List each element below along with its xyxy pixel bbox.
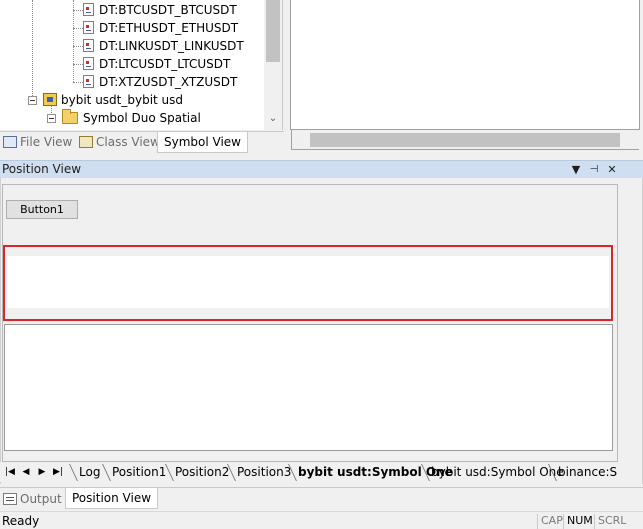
tree-item-leaf[interactable]: DT:LINKUSDT_LINKUSDT [83,37,244,55]
horizontal-scrollbar[interactable] [291,130,639,150]
tab-label: Symbol View [164,135,241,149]
sheet-tab-log[interactable]: Log [79,464,100,481]
tree-connector [73,0,74,82]
next-sheet-icon[interactable]: ▶ [36,465,48,479]
tab-output[interactable]: Output [0,489,62,510]
button1[interactable]: Button1 [6,200,78,219]
scroll-down-arrow-icon[interactable]: ⌄ [268,114,278,124]
symbol-tree-view[interactable]: DT:BTCUSDT_BTCUSDT DT:ETHUSDT_ETHUSDT DT… [0,0,283,130]
tab-file-view[interactable]: File View [0,132,72,153]
collapse-toggle-icon[interactable] [28,96,37,105]
sheet-tab-position3[interactable]: Position3 [237,464,291,481]
num-lock-indicator: NUM [563,514,593,529]
tree-item-label: DT:XTZUSDT_XTZUSDT [99,75,238,89]
bottom-tab-strip: Output Position View [0,487,643,509]
tab-position-view[interactable]: Position View [65,488,159,509]
scrollbar-thumb[interactable] [310,133,620,147]
tree-item-leaf[interactable]: DT:ETHUSDT_ETHUSDT [83,19,238,37]
tree-connector [73,10,83,11]
tree-item-project[interactable]: bybit usdt_bybit usd [43,91,183,109]
sheet-tab-strip: |◀ ◀ ▶ ▶| Log Position1 Position2 Positi… [0,462,617,482]
project-icon [43,93,57,106]
sheet-tab-position1[interactable]: Position1 [112,464,166,481]
tree-item-leaf[interactable]: DT:LTCUSDT_LTCUSDT [83,55,230,73]
tree-vertical-scrollbar[interactable]: ⌄ [264,0,282,130]
tab-class-view[interactable]: Class View [76,132,160,153]
tree-item-label: DT:LTCUSDT_LTCUSDT [99,57,231,71]
caps-lock-indicator: CAP [537,514,563,529]
status-text: Ready [2,514,40,528]
sheet-tab-position2[interactable]: Position2 [175,464,229,481]
file-view-icon [3,136,17,148]
tree-item-label: DT:LINKUSDT_LINKUSDT [99,39,244,53]
tree-item-label: DT:ETHUSDT_ETHUSDT [99,21,239,35]
class-view-icon [79,136,93,148]
sheet-tab-bybit-usd-symbol-one[interactable]: bybit usd:Symbol One [431,464,564,481]
symbol-file-icon [83,75,94,88]
tree-item-folder[interactable]: Symbol Duo Spatial [62,109,201,127]
symbol-file-icon [83,39,94,52]
tree-connector [73,46,83,47]
highlighted-input-area[interactable] [7,256,609,308]
tree-connector [32,0,33,100]
first-sheet-icon[interactable]: |◀ [4,465,16,479]
tab-label: Position View [72,491,152,505]
pane-menu-dropdown-icon[interactable]: ▼ [569,162,583,177]
tab-label: Output [20,492,62,506]
position-view-header: Position View ▼ ⊣ ✕ [0,160,643,178]
scroll-lock-indicator: SCRL [594,514,626,529]
tree-item-leaf[interactable]: DT:BTCUSDT_BTCUSDT [83,1,237,19]
collapse-toggle-icon[interactable] [47,114,56,123]
application-window: DT:BTCUSDT_BTCUSDT DT:ETHUSDT_ETHUSDT DT… [0,0,643,529]
output-icon [3,493,17,505]
symbol-file-icon [83,3,94,16]
symbol-file-icon [83,21,94,34]
tree-item-label: Symbol Duo Spatial [83,111,201,125]
right-upper-content [290,0,640,130]
folder-icon [62,109,78,124]
sheet-tab-binance[interactable]: binance:Sy [558,464,617,481]
tab-label: Class View [96,135,160,149]
tab-symbol-view[interactable]: Symbol View [157,132,248,153]
tree-connector [73,64,83,65]
position-grid[interactable] [4,324,613,451]
tree-item-label: bybit usdt_bybit usd [61,93,184,107]
symbol-file-icon [83,57,94,70]
tree-item-leaf[interactable]: DT:XTZUSDT_XTZUSDT [83,73,237,91]
tree-connector [73,82,83,83]
tree-tab-strip: File View Class View Symbol View [0,131,284,153]
scrollbar-thumb[interactable] [266,0,280,62]
pin-icon[interactable]: ⊣ [587,162,601,177]
status-bar: Ready CAP NUM SCRL [0,511,643,529]
pane-title: Position View [2,162,82,176]
last-sheet-icon[interactable]: ▶| [52,465,64,479]
prev-sheet-icon[interactable]: ◀ [20,465,32,479]
highlighted-region [3,245,613,321]
tab-label: File View [20,135,73,149]
right-upper-panel [290,0,643,153]
tree-item-label: DT:BTCUSDT_BTCUSDT [99,3,237,17]
close-icon[interactable]: ✕ [605,162,619,177]
tree-connector [73,28,83,29]
